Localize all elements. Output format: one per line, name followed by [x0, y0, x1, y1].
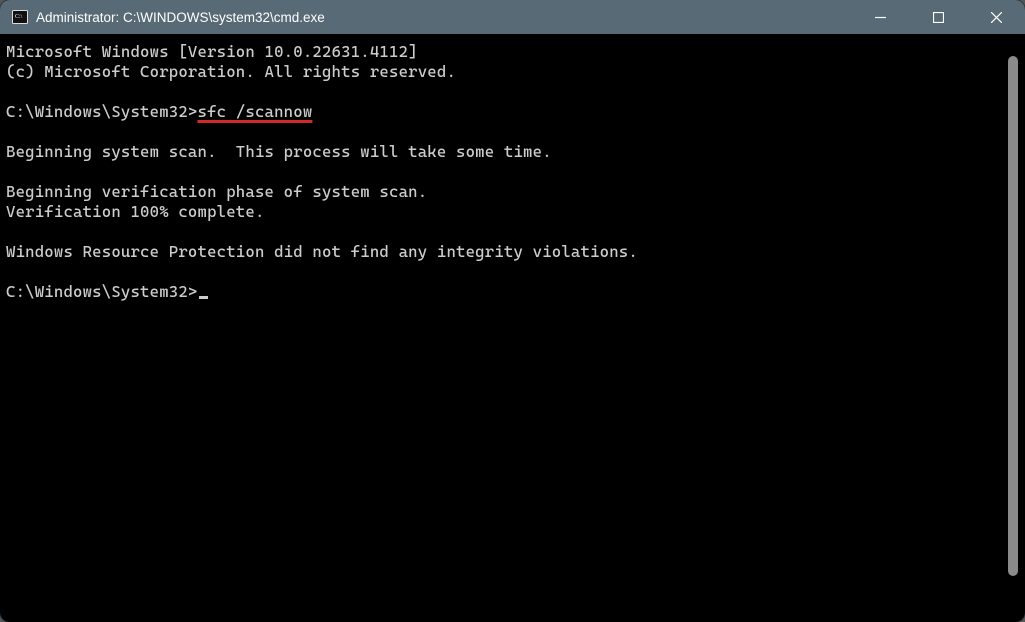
cmd-window: C:\ Administrator: C:\WINDOWS\system32\c…: [0, 0, 1025, 622]
scrollbar[interactable]: [1007, 38, 1019, 614]
close-button[interactable]: [967, 0, 1025, 34]
window-title: Administrator: C:\WINDOWS\system32\cmd.e…: [36, 10, 325, 25]
minimize-button[interactable]: [851, 0, 909, 34]
terminal-output[interactable]: Microsoft Windows [Version 10.0.22631.41…: [4, 34, 1005, 618]
svg-text:C:\: C:\: [15, 14, 23, 20]
prompt-path: C:\Windows\System32>: [6, 282, 198, 301]
output-line: (c) Microsoft Corporation. All rights re…: [6, 62, 456, 81]
scroll-thumb[interactable]: [1008, 56, 1018, 576]
maximize-button[interactable]: [909, 0, 967, 34]
output-line: Beginning verification phase of system s…: [6, 182, 427, 201]
cmd-icon: C:\: [12, 9, 28, 25]
output-line: Beginning system scan. This process will…: [6, 142, 552, 161]
output-line: Verification 100% complete.: [6, 202, 265, 221]
titlebar[interactable]: C:\ Administrator: C:\WINDOWS\system32\c…: [0, 0, 1025, 34]
typed-command: sfc /scannow: [198, 102, 313, 121]
client-area: Microsoft Windows [Version 10.0.22631.41…: [4, 34, 1021, 618]
cursor-icon: [199, 296, 208, 299]
output-line: Microsoft Windows [Version 10.0.22631.41…: [6, 42, 418, 61]
prompt-path: C:\Windows\System32>: [6, 102, 198, 121]
output-line: Windows Resource Protection did not find…: [6, 242, 638, 261]
